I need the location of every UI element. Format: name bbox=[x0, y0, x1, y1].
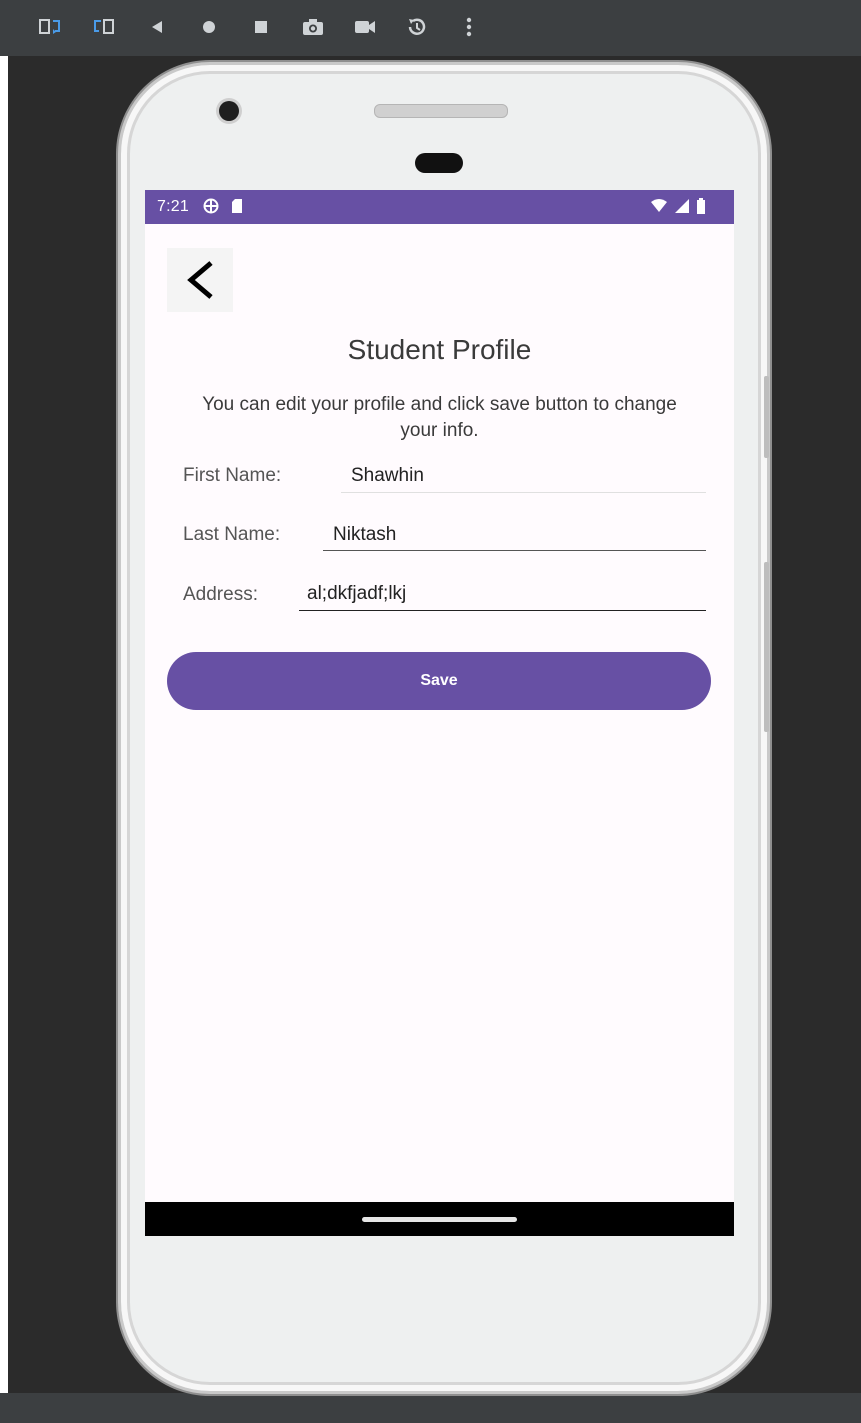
earpiece bbox=[415, 153, 463, 173]
back-arrow-icon bbox=[187, 261, 213, 299]
power-key[interactable] bbox=[764, 376, 769, 458]
last-name-field[interactable] bbox=[323, 520, 706, 550]
navigation-bar bbox=[145, 1202, 734, 1236]
address-underline bbox=[299, 610, 706, 611]
sd-card-icon bbox=[232, 199, 242, 213]
speaker-grille bbox=[374, 104, 508, 118]
battery-icon bbox=[697, 198, 705, 214]
page-description: You can edit your profile and click save… bbox=[202, 394, 677, 441]
address-label: Address: bbox=[183, 584, 258, 605]
emulator-toolbar bbox=[0, 0, 861, 56]
rotate-right-icon[interactable] bbox=[90, 14, 116, 40]
back-icon[interactable] bbox=[144, 14, 170, 40]
rotate-left-icon[interactable] bbox=[38, 14, 64, 40]
home-icon[interactable] bbox=[196, 14, 222, 40]
last-name-underline bbox=[323, 550, 706, 551]
home-handle[interactable] bbox=[362, 1217, 517, 1222]
status-icons-right bbox=[650, 198, 706, 214]
emulator-bottom-bar bbox=[0, 1393, 861, 1423]
first-name-underline bbox=[341, 492, 706, 493]
last-name-label: Last Name: bbox=[183, 524, 281, 545]
screenshot-icon[interactable] bbox=[300, 14, 326, 40]
front-camera bbox=[219, 101, 239, 121]
vpn-globe-icon bbox=[203, 198, 219, 214]
status-icons-left bbox=[203, 198, 243, 214]
status-bar: 7:21 bbox=[145, 190, 734, 224]
page-title: Student Profile bbox=[347, 334, 532, 365]
overview-icon[interactable] bbox=[248, 14, 274, 40]
cell-signal-icon bbox=[675, 199, 689, 213]
status-time: 7:21 bbox=[157, 198, 189, 215]
save-button[interactable]: Save bbox=[167, 652, 711, 710]
emulator-left-edge bbox=[0, 56, 8, 1423]
screen-record-icon[interactable] bbox=[352, 14, 378, 40]
more-icon[interactable] bbox=[456, 14, 482, 40]
back-button[interactable] bbox=[167, 248, 233, 312]
first-name-field[interactable] bbox=[341, 461, 706, 491]
volume-key[interactable] bbox=[764, 562, 769, 732]
phone-screen: 7:21 Student Profile You can edit your p… bbox=[145, 190, 734, 1236]
snapshot-icon[interactable] bbox=[404, 14, 430, 40]
first-name-label: First Name: bbox=[183, 465, 282, 486]
wifi-icon bbox=[651, 199, 667, 212]
address-field[interactable] bbox=[299, 579, 704, 609]
